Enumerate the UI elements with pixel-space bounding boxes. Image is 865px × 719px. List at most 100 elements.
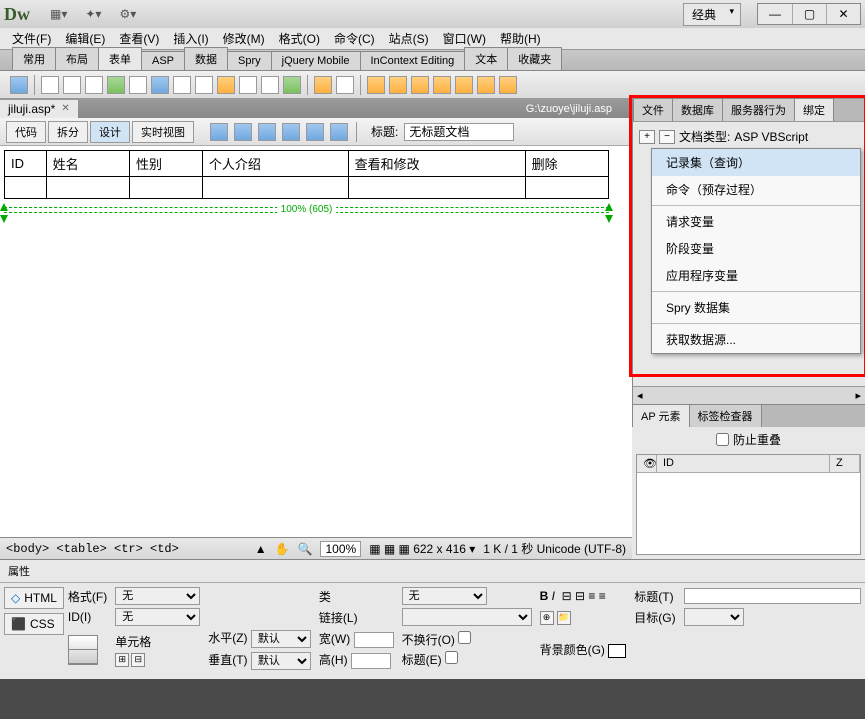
view-button[interactable]: 设计 (90, 121, 130, 143)
insert-tab[interactable]: 常用 (12, 47, 56, 70)
dims-label[interactable]: ▦ ▦ ▦ 622 x 416 ▾ (369, 542, 475, 556)
site-icon[interactable]: ⚙▾ (119, 7, 136, 21)
design-table[interactable]: ID姓名性别个人介绍查看和修改删除 (4, 150, 609, 199)
menu-item[interactable]: 站点(S) (383, 28, 435, 49)
context-menu-item[interactable]: 请求变量 (652, 208, 860, 235)
horz-select[interactable]: 默认 (251, 630, 311, 648)
props-css-tab[interactable]: ⬛CSS (4, 613, 64, 635)
context-menu-item[interactable]: 阶段变量 (652, 235, 860, 262)
side-tab[interactable]: 数据库 (672, 98, 723, 121)
menu-item[interactable]: 查看(V) (113, 28, 165, 49)
table-cell[interactable] (46, 177, 129, 199)
table-cell[interactable] (5, 177, 47, 199)
spry-text-icon[interactable] (367, 76, 385, 94)
inspect-icon[interactable] (282, 123, 300, 141)
textarea-icon[interactable] (85, 76, 103, 94)
insert-tab[interactable]: 数据 (184, 47, 228, 70)
menu-item[interactable]: 格式(O) (273, 28, 326, 49)
doc-title-input[interactable] (404, 123, 514, 141)
textfield-icon[interactable] (41, 76, 59, 94)
refresh-icon[interactable] (234, 123, 252, 141)
insert-tab[interactable]: Spry (227, 51, 272, 70)
maximize-button[interactable]: ▢ (792, 4, 826, 24)
side-tab[interactable]: 服务器行为 (722, 98, 795, 121)
menu-item[interactable]: 插入(I) (167, 28, 214, 49)
view-button[interactable]: 代码 (6, 121, 46, 143)
insert-tab[interactable]: InContext Editing (360, 51, 466, 70)
insert-tab[interactable]: jQuery Mobile (271, 51, 361, 70)
menu-item[interactable]: 帮助(H) (494, 28, 547, 49)
context-menu-item[interactable]: 获取数据源... (652, 326, 860, 353)
label-icon[interactable] (314, 76, 332, 94)
width-input[interactable] (354, 632, 394, 648)
hidden-icon[interactable] (63, 76, 81, 94)
context-menu-item[interactable]: 应用程序变量 (652, 262, 860, 289)
point-to-file-icon[interactable]: ⊕ (540, 611, 554, 625)
merge-icon[interactable]: ⊞ (115, 653, 129, 667)
insert-tab[interactable]: ASP (141, 51, 185, 70)
view-button[interactable]: 实时视图 (132, 121, 194, 143)
globe-icon[interactable] (210, 123, 228, 141)
side-tab[interactable]: 绑定 (794, 98, 834, 121)
spry-password-icon[interactable] (455, 76, 473, 94)
ap-tab[interactable]: AP 元素 (632, 404, 690, 427)
context-menu-item[interactable]: 记录集（查询） (652, 149, 860, 176)
options-icon[interactable] (330, 123, 348, 141)
zoom-select[interactable]: 100% (320, 541, 361, 557)
ap-elements-list[interactable]: 👁 ID Z (636, 454, 861, 555)
z-column[interactable]: Z (830, 455, 860, 472)
extend-icon[interactable]: ✦▾ (85, 7, 101, 21)
title-input[interactable] (684, 588, 861, 604)
panel-scrollbar[interactable]: ◂▸ (633, 386, 865, 404)
button-icon[interactable] (283, 76, 301, 94)
format-select[interactable]: 无 (115, 587, 200, 605)
insert-tab[interactable]: 表单 (98, 47, 142, 70)
design-canvas[interactable]: ID姓名性别个人介绍查看和修改删除 100% (605) (0, 146, 632, 537)
insert-tab[interactable]: 文本 (464, 47, 508, 70)
close-tab-icon[interactable]: ✕ (61, 103, 69, 114)
spry-textarea-icon[interactable] (389, 76, 407, 94)
pointer-icon[interactable]: ▲ (255, 542, 267, 556)
vert-select[interactable]: 默认 (251, 652, 311, 670)
target-select[interactable] (684, 608, 744, 626)
checkbox-icon[interactable] (107, 76, 125, 94)
table-cell[interactable] (348, 177, 525, 199)
hand-icon[interactable]: ✋ (275, 542, 290, 556)
insert-tab[interactable]: 收藏夹 (507, 47, 562, 70)
table-header-cell[interactable]: 查看和修改 (348, 151, 525, 177)
file-field-icon[interactable] (261, 76, 279, 94)
context-menu-item[interactable]: 命令（预存过程） (652, 176, 860, 203)
close-button[interactable]: ✕ (826, 4, 860, 24)
table-header-cell[interactable]: 删除 (525, 151, 608, 177)
browse-icon[interactable]: 📁 (557, 611, 571, 625)
context-menu-item[interactable]: Spry 数据集 (652, 294, 860, 321)
nowrap-checkbox[interactable] (458, 631, 471, 644)
table-cell[interactable] (129, 177, 202, 199)
link-select[interactable] (402, 608, 532, 626)
table-header-cell[interactable]: ID (5, 151, 47, 177)
table-header-cell[interactable]: 姓名 (46, 151, 129, 177)
table-header-cell[interactable]: 性别 (129, 151, 202, 177)
header-checkbox[interactable] (445, 651, 458, 664)
menu-item[interactable]: 窗口(W) (437, 28, 492, 49)
height-input[interactable] (351, 653, 391, 669)
tag-selector[interactable]: <body> <table> <tr> <td> (6, 542, 179, 556)
fieldset-icon[interactable] (336, 76, 354, 94)
id-column[interactable]: ID (657, 455, 830, 472)
split-icon[interactable]: ⊟ (131, 653, 145, 667)
view-button[interactable]: 拆分 (48, 121, 88, 143)
table-header-cell[interactable]: 个人介绍 (202, 151, 348, 177)
spry-select-icon[interactable] (433, 76, 451, 94)
side-tab[interactable]: 文件 (633, 98, 673, 121)
workspace-preset[interactable]: 经典 (683, 3, 741, 26)
zoom-icon[interactable]: 🔍 (298, 542, 313, 556)
checkboxgroup-icon[interactable] (129, 76, 147, 94)
layout-icon[interactable]: ▦▾ (50, 7, 67, 21)
nav-icon[interactable] (306, 123, 324, 141)
spry-confirm-icon[interactable] (477, 76, 495, 94)
document-tab[interactable]: jiluji.asp* ✕ (0, 100, 78, 118)
image-field-icon[interactable] (239, 76, 257, 94)
table-cell[interactable] (525, 177, 608, 199)
insert-tab[interactable]: 布局 (55, 47, 99, 70)
menu-item[interactable]: 文件(F) (6, 28, 57, 49)
